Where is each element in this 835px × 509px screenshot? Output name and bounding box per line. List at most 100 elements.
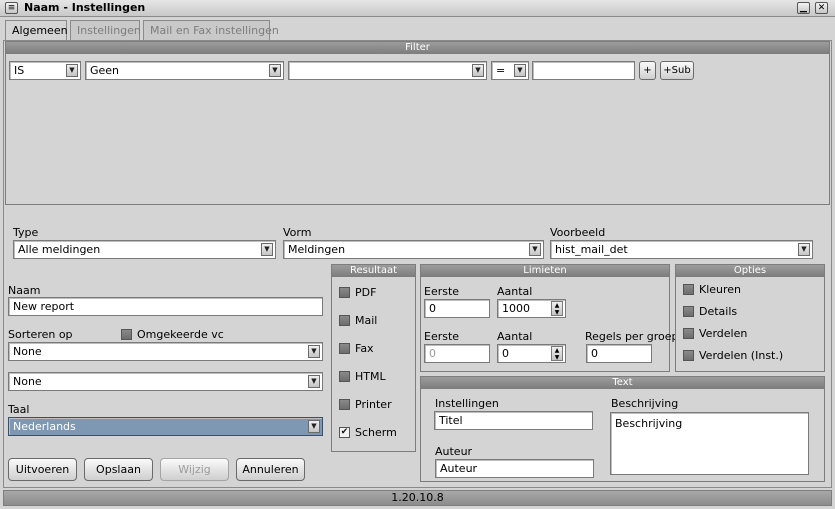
window-menu-icon[interactable]: ≡ (5, 2, 18, 14)
tab-instellingen[interactable]: Instellingen (70, 20, 141, 40)
verdelen-label: Verdelen (699, 327, 748, 340)
voorbeeld-select[interactable]: hist_mail_det ▼ (550, 240, 813, 259)
add-sub-filter-button[interactable]: +Sub (660, 61, 694, 80)
naam-label: Naam (8, 284, 41, 297)
add-filter-button[interactable]: + (639, 61, 656, 80)
filter-title: Filter (6, 42, 829, 54)
voorbeeld-label: Voorbeeld (550, 226, 606, 239)
omgekeerde-checkbox[interactable] (121, 329, 132, 340)
close-icon[interactable]: ✕ (815, 2, 828, 14)
eerste-label-2: Eerste (424, 330, 460, 343)
sorteren-select-1[interactable]: None ▼ (8, 342, 323, 361)
annuleren-button[interactable]: Annuleren (236, 458, 305, 481)
vorm-label: Vorm (283, 226, 312, 239)
version-label: 1.20.10.8 (391, 491, 444, 504)
mail-checkbox[interactable] (339, 315, 350, 326)
voorbeeld-value: hist_mail_det (555, 243, 628, 256)
filter-operator-select[interactable]: = ▼ (491, 61, 529, 80)
regels-label: Regels per groep (585, 330, 679, 343)
chevron-down-icon[interactable]: ▼ (308, 345, 320, 358)
sorteren-select-2[interactable]: None ▼ (8, 372, 323, 391)
tab-mail-fax[interactable]: Mail en Fax instellingen (143, 20, 279, 40)
scherm-checkbox[interactable]: ✔ (339, 427, 350, 438)
filter-field2-value: Geen (90, 64, 120, 77)
details-label: Details (699, 305, 738, 318)
opties-title: Opties (676, 265, 824, 277)
type-select[interactable]: Alle meldingen ▼ (13, 240, 276, 259)
printer-label: Printer (355, 398, 392, 411)
beschrijving-label: Beschrijving (611, 397, 679, 410)
chevron-down-icon[interactable]: ▼ (66, 64, 78, 77)
chevron-down-icon[interactable]: ▼ (269, 64, 281, 77)
regels-input[interactable]: 0 (586, 344, 652, 363)
filter-field2-select[interactable]: Geen ▼ (85, 61, 284, 80)
chevron-down-icon[interactable]: ▼ (472, 64, 484, 77)
fax-label: Fax (355, 342, 374, 355)
html-checkbox[interactable] (339, 371, 350, 382)
filter-field1-select[interactable]: IS ▼ (9, 61, 81, 80)
text-title: Text (421, 377, 824, 389)
vorm-value: Meldingen (288, 243, 346, 256)
aantal-spinner-1[interactable]: 1000 ▲ ▼ (497, 299, 566, 318)
auteur-label: Auteur (435, 445, 473, 458)
aantal-value-2: 0 (502, 347, 509, 360)
details-checkbox[interactable] (683, 306, 694, 317)
aantal-spinner-2[interactable]: 0 ▲ ▼ (497, 344, 566, 363)
chevron-down-icon[interactable]: ▼ (514, 64, 526, 77)
chevron-down-icon[interactable]: ▼ (798, 243, 810, 256)
kleuren-label: Kleuren (699, 283, 742, 296)
filter-field1-value: IS (14, 64, 25, 77)
eerste-input-1[interactable]: 0 (424, 299, 490, 318)
pdf-label: PDF (355, 286, 377, 299)
taal-value: Nederlands (13, 420, 76, 433)
omgekeerde-label: Omgekeerde vc (137, 328, 224, 341)
sorteren-label: Sorteren op (8, 328, 73, 341)
vorm-select[interactable]: Meldingen ▼ (283, 240, 544, 259)
sorteren-value-2: None (13, 375, 42, 388)
kleuren-checkbox[interactable] (683, 284, 694, 295)
verdelen-inst-label: Verdelen (Inst.) (699, 349, 784, 362)
opslaan-button[interactable]: Opslaan (84, 458, 153, 481)
type-label: Type (13, 226, 39, 239)
check-icon: ✔ (340, 427, 349, 437)
resultaat-title: Resultaat (332, 265, 415, 277)
auteur-input[interactable]: Auteur (435, 459, 594, 478)
scherm-label: Scherm (355, 426, 397, 439)
verdelen-inst-checkbox[interactable] (683, 350, 694, 361)
taal-select[interactable]: Nederlands ▼ (8, 417, 323, 436)
naam-input[interactable]: New report (8, 297, 323, 316)
status-bar: 1.20.10.8 (3, 490, 832, 506)
chevron-down-icon[interactable]: ▼ (308, 375, 320, 388)
html-label: HTML (355, 370, 386, 383)
chevron-down-icon[interactable]: ▼ (261, 243, 273, 256)
aantal-label-2: Aantal (497, 330, 533, 343)
sorteren-value-1: None (13, 345, 42, 358)
tab-algemeen[interactable]: Algemeen (5, 20, 68, 41)
aantal-value-1: 1000 (502, 302, 530, 315)
spinner-arrows-icon[interactable]: ▲ ▼ (551, 301, 563, 316)
chevron-down-icon[interactable]: ▼ (529, 243, 541, 256)
window-title: Naam - Instellingen (24, 1, 146, 14)
filter-field3-select[interactable]: ▼ (288, 61, 487, 80)
aantal-label-1: Aantal (497, 285, 533, 298)
chevron-down-icon[interactable]: ▼ (308, 420, 320, 433)
type-value: Alle meldingen (18, 243, 101, 256)
eerste-input-2[interactable]: 0 (424, 344, 490, 363)
eerste-label-1: Eerste (424, 285, 460, 298)
minimize-icon[interactable]: ▁ (797, 2, 810, 14)
titel-input[interactable]: Titel (434, 411, 593, 430)
uitvoeren-button[interactable]: Uitvoeren (8, 458, 77, 481)
fax-checkbox[interactable] (339, 343, 350, 354)
beschrijving-textarea[interactable]: Beschrijving (610, 412, 809, 475)
filter-operator-value: = (496, 64, 506, 77)
title-bar: ≡ Naam - Instellingen ▁ ✕ (0, 0, 835, 17)
filter-value-input[interactable] (532, 61, 635, 80)
verdelen-checkbox[interactable] (683, 328, 694, 339)
limieten-title: Limieten (421, 265, 669, 277)
taal-label: Taal (8, 403, 30, 416)
pdf-checkbox[interactable] (339, 287, 350, 298)
instellingen-label: Instellingen (435, 397, 499, 410)
printer-checkbox[interactable] (339, 399, 350, 410)
spinner-arrows-icon[interactable]: ▲ ▼ (551, 346, 563, 361)
wijzig-button[interactable]: Wijzig (160, 458, 229, 481)
